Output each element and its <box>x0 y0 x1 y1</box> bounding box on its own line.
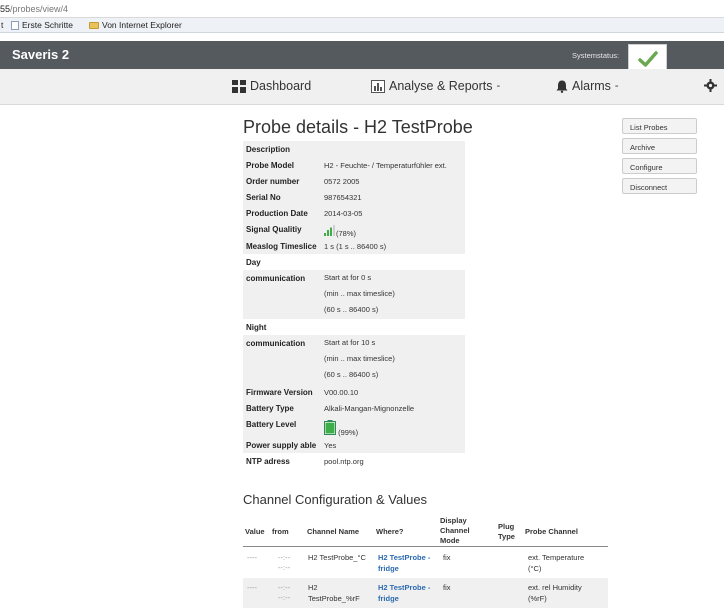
detail-row-probe-model: Probe Model H2 - Feuchte- / Temperaturfü… <box>243 157 465 173</box>
probe-details-table: Description Probe Model H2 - Feuchte- / … <box>243 141 465 469</box>
nav-analyse-label: Analyse & Reports <box>389 79 493 93</box>
detail-row-signal: Signal Qualitiy (78%) <box>243 221 465 238</box>
app-header: Saveris 2 Systemstatus: <box>0 41 724 69</box>
nav-analyse-reports[interactable]: Analyse & Reports - <box>371 79 500 93</box>
detail-row-night-communication: communication Start at for 10 s (min .. … <box>243 335 465 384</box>
report-icon <box>371 79 385 93</box>
dashboard-icon <box>232 79 246 93</box>
col-display-1: Display <box>440 516 467 525</box>
channel-table-header: Value from Channel Name Where? Display C… <box>243 515 608 547</box>
favorites-prefix: t <box>1 20 4 30</box>
main-nav: Dashboard Analyse & Reports - Alarms - <box>0 69 724 105</box>
chevron-down-icon: - <box>496 80 501 92</box>
signal-icon <box>324 225 336 238</box>
detail-row-battery-level: Battery Level (99%) <box>243 416 465 437</box>
list-probes-button[interactable]: List Probes <box>622 118 697 134</box>
url-path: /probes/view/4 <box>10 4 69 14</box>
location-link[interactable]: H2 TestProbe - <box>378 582 430 593</box>
archive-button[interactable]: Archive <box>622 138 697 154</box>
system-status-label: Systemstatus: <box>572 51 620 60</box>
detail-row-production-date: Production Date 2014-03-05 <box>243 205 465 221</box>
chevron-down-icon: - <box>614 80 619 92</box>
signal-value: (78%) <box>336 229 357 238</box>
favorites-bar: t Erste Schritte Von Internet Explorer <box>0 18 724 33</box>
url-text[interactable]: 55/probes/view/4 <box>0 4 68 14</box>
battery-value: (99%) <box>338 428 359 437</box>
detail-row-battery-type: Battery Type Alkali-Mangan-Mignonzelle <box>243 400 465 416</box>
gear-icon <box>704 79 717 92</box>
location-link[interactable]: fridge <box>378 563 399 574</box>
table-row[interactable]: ---- --:-- --:-- H2 TestProbe_%rF H2 Tes… <box>243 578 608 608</box>
col-plug-2: Type <box>498 532 515 541</box>
col-probe-channel: Probe Channel <box>525 527 578 536</box>
col-display-2: Channel <box>440 526 470 535</box>
table-row[interactable]: ---- --:-- --:-- H2 TestProbe_°C H2 Test… <box>243 548 608 578</box>
detail-row-ntp: NTP adress pool.ntp.org <box>246 457 364 466</box>
page-title: Probe details - H2 TestProbe <box>243 117 473 137</box>
detail-row-power: Power supply able Yes <box>243 437 465 453</box>
battery-icon <box>324 420 336 437</box>
disconnect-button[interactable]: Disconnect <box>622 178 697 194</box>
probe-actions: List Probes Archive Configure Disconnect <box>622 118 697 198</box>
favorite-erste-schritte[interactable]: Erste Schritte <box>11 20 73 30</box>
col-display-3: Mode <box>440 536 460 545</box>
folder-icon <box>89 21 99 29</box>
detail-row-serial: Serial No 987654321 <box>243 189 465 205</box>
url-host: 55 <box>0 4 11 14</box>
configure-button[interactable]: Configure <box>622 158 697 174</box>
nav-dashboard-label: Dashboard <box>250 79 312 93</box>
location-link[interactable]: H2 TestProbe - <box>378 552 430 563</box>
checkmark-icon <box>638 51 658 67</box>
col-where: Where? <box>376 527 404 536</box>
detail-row-firmware: Firmware Version V00.00.10 <box>243 384 465 400</box>
detail-row-measlog: Measlog Timeslice 1 s (1 s .. 86400 s) <box>243 238 465 254</box>
detail-row-day-communication: communication Start at for 0 s (min .. m… <box>243 270 465 319</box>
detail-row-description: Description <box>243 141 465 157</box>
nav-settings[interactable] <box>704 79 717 92</box>
col-channel-name: Channel Name <box>307 527 360 536</box>
bell-icon <box>556 80 568 93</box>
nav-dashboard[interactable]: Dashboard <box>232 79 311 93</box>
favorite-von-internet-explorer[interactable]: Von Internet Explorer <box>89 20 182 30</box>
location-link[interactable]: fridge <box>378 593 399 604</box>
nav-alarms-label: Alarms <box>572 79 611 93</box>
channel-section-title: Channel Configuration & Values <box>243 492 428 507</box>
detail-row-day-label: Day <box>246 258 261 267</box>
col-from: from <box>272 527 289 536</box>
detail-row-night-label: Night <box>246 323 267 332</box>
app-brand[interactable]: Saveris 2 <box>12 47 69 62</box>
address-bar[interactable]: 55/probes/view/4 <box>0 0 724 18</box>
nav-alarms[interactable]: Alarms - <box>556 79 619 93</box>
detail-row-order-number: Order number 0572 2005 <box>243 173 465 189</box>
col-plug-1: Plug <box>498 522 515 531</box>
col-value: Value <box>245 527 265 536</box>
page-icon <box>11 20 19 30</box>
